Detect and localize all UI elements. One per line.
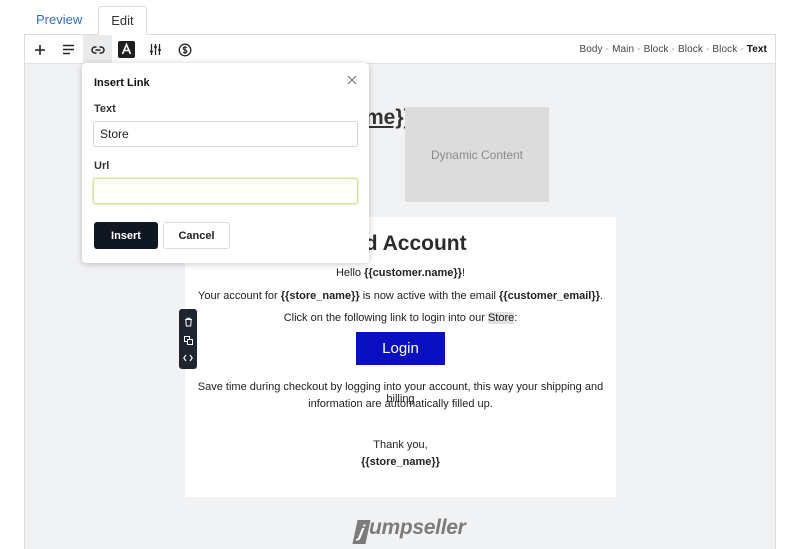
selected-text[interactable]: Store (487, 312, 515, 324)
dialog-title: Insert Link (94, 77, 150, 89)
tab-edit[interactable]: Edit (98, 6, 147, 35)
text-color-icon (118, 41, 135, 58)
settings-button[interactable] (141, 35, 170, 64)
insert-link-button[interactable] (83, 35, 112, 64)
breadcrumb-item[interactable]: Block (678, 44, 703, 55)
trash-icon[interactable] (184, 317, 193, 327)
insert-button[interactable]: Insert (94, 222, 158, 249)
tab-preview[interactable]: Preview (24, 6, 94, 35)
block-tools (179, 309, 197, 369)
editor-tabs: Preview Edit (24, 6, 147, 35)
align-left-icon (63, 44, 74, 55)
editor-toolbar: Body - Main - Block - Block - Block - Text (25, 35, 775, 64)
dynamic-content-block[interactable]: Dynamic Content (405, 107, 549, 202)
dynamic-content-label: Dynamic Content (430, 147, 524, 162)
insert-link-dialog: Insert Link Text Url Insert Cancel (82, 63, 369, 263)
add-block-button[interactable] (25, 35, 54, 64)
currency-button[interactable] (170, 35, 199, 64)
sliders-icon (150, 44, 161, 55)
code-icon[interactable] (183, 354, 193, 362)
link-url-input[interactable] (93, 178, 358, 204)
url-field-label: Url (94, 160, 110, 172)
breadcrumb-item[interactable]: Main (612, 44, 634, 55)
link-icon (90, 45, 105, 54)
plus-icon (34, 44, 45, 55)
link-text-input[interactable] (93, 121, 358, 147)
greeting-text[interactable]: Hello {{customer.name}}! (185, 267, 616, 279)
close-icon (347, 75, 357, 85)
jumpseller-logo: j umpseller (352, 516, 466, 544)
cancel-button[interactable]: Cancel (163, 222, 230, 249)
breadcrumb-item[interactable]: Block (644, 44, 669, 55)
save-time-text-line-2[interactable]: information are automatically filled up. (185, 398, 616, 410)
breadcrumb-current: Text (746, 44, 767, 55)
text-field-label: Text (94, 103, 116, 115)
thank-you-text[interactable]: Thank you, (185, 439, 616, 451)
breadcrumb: Body - Main - Block - Block - Block - Text (579, 44, 767, 55)
account-text[interactable]: Your account for {{store_name}} is now a… (185, 290, 616, 302)
align-button[interactable] (54, 35, 83, 64)
login-button[interactable]: Login (356, 332, 445, 365)
login-instruction-text[interactable]: Click on the following link to login int… (185, 312, 616, 324)
dollar-icon (178, 43, 191, 56)
close-button[interactable] (345, 73, 359, 87)
breadcrumb-item[interactable]: Body (579, 44, 602, 55)
signature-text[interactable]: {{store_name}} (185, 456, 616, 468)
duplicate-icon[interactable] (183, 335, 193, 345)
text-color-button[interactable] (112, 35, 141, 64)
breadcrumb-item[interactable]: Block (712, 44, 737, 55)
